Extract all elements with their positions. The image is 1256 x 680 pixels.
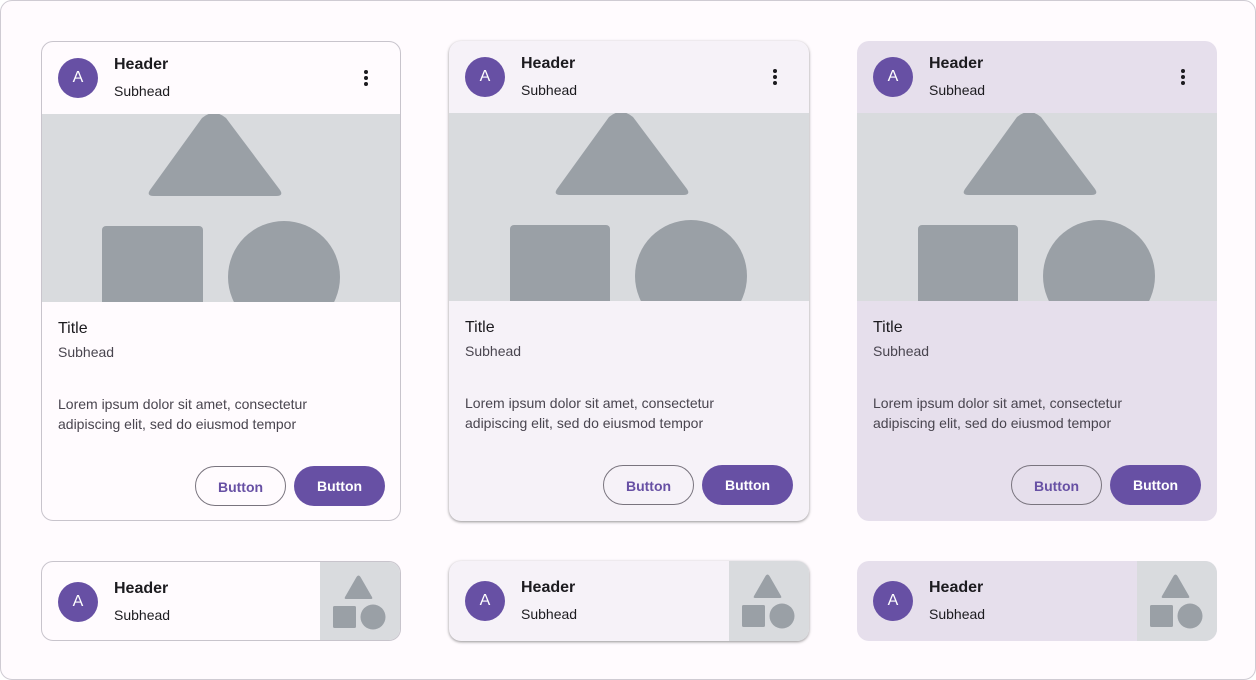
card-body-text: Lorem ipsum dolor sit amet, consectetur … (58, 396, 307, 432)
card-header-title: Header (929, 579, 984, 596)
secondary-button[interactable]: Button (195, 466, 286, 506)
card-header-subhead: Subhead (114, 83, 171, 99)
card-filled[interactable]: A Header Subhead Title Subhead Lorem ips… (857, 41, 1217, 521)
primary-button[interactable]: Button (1110, 465, 1201, 505)
card-header-title: Header (521, 55, 576, 72)
avatar[interactable]: A (873, 57, 913, 97)
media-placeholder-image (857, 113, 1217, 301)
triangle-shape (148, 114, 282, 196)
card-header-title: Header (114, 56, 169, 73)
card-elevated[interactable]: A Header Subhead Title Subhead Lorem ips… (449, 41, 809, 521)
triangle-shape (963, 113, 1097, 195)
card-title: Title (873, 319, 903, 336)
avatar[interactable]: A (58, 582, 98, 622)
thumbnail-placeholder-image (320, 562, 400, 640)
avatar[interactable]: A (58, 58, 98, 98)
card-header: A Header Subhead (449, 41, 809, 113)
canvas-frame: A Header Subhead Title Subhead Lorem ips… (0, 0, 1256, 680)
circle-shape (1043, 220, 1155, 301)
card-header: A Header Subhead (857, 41, 1217, 113)
card-title-subhead: Subhead (58, 344, 115, 360)
more-vert-icon[interactable] (356, 68, 376, 88)
secondary-button[interactable]: Button (603, 465, 694, 505)
square-shape (510, 225, 610, 301)
triangle-shape (555, 113, 689, 195)
avatar[interactable]: A (873, 581, 913, 621)
card-body-text: Lorem ipsum dolor sit amet, consectetur … (873, 395, 1122, 431)
card-title-subhead: Subhead (465, 343, 522, 359)
circle-shape (635, 220, 747, 301)
more-vert-icon[interactable] (1173, 67, 1193, 87)
card-header-subhead: Subhead (114, 607, 171, 623)
card-header-title: Header (114, 580, 169, 597)
card-header-subhead: Subhead (521, 82, 578, 98)
card-header-subhead: Subhead (521, 606, 578, 622)
secondary-button[interactable]: Button (1011, 465, 1102, 505)
card-header-title: Header (521, 579, 576, 596)
compact-card-outlined[interactable]: A Header Subhead (41, 561, 401, 641)
compact-card-elevated[interactable]: A Header Subhead (449, 561, 809, 641)
more-vert-icon[interactable] (765, 67, 785, 87)
card-outlined[interactable]: A Header Subhead Title Subhead Lorem ips… (41, 41, 401, 521)
square-shape (102, 226, 203, 302)
avatar[interactable]: A (465, 581, 505, 621)
card-header-subhead: Subhead (929, 606, 986, 622)
thumbnail-placeholder-image (729, 561, 809, 641)
card-title: Title (58, 320, 88, 337)
card-body-text: Lorem ipsum dolor sit amet, consectetur … (465, 395, 714, 431)
card-header: A Header Subhead (42, 42, 400, 114)
card-title-subhead: Subhead (873, 343, 930, 359)
primary-button[interactable]: Button (294, 466, 385, 506)
avatar[interactable]: A (465, 57, 505, 97)
card-header-title: Header (929, 55, 984, 72)
card-header-subhead: Subhead (929, 82, 986, 98)
circle-shape (228, 221, 340, 302)
compact-card-filled[interactable]: A Header Subhead (857, 561, 1217, 641)
square-shape (918, 225, 1018, 301)
primary-button[interactable]: Button (702, 465, 793, 505)
thumbnail-placeholder-image (1137, 561, 1217, 641)
card-title: Title (465, 319, 495, 336)
media-placeholder-image (449, 113, 809, 301)
media-placeholder-image (42, 114, 400, 302)
